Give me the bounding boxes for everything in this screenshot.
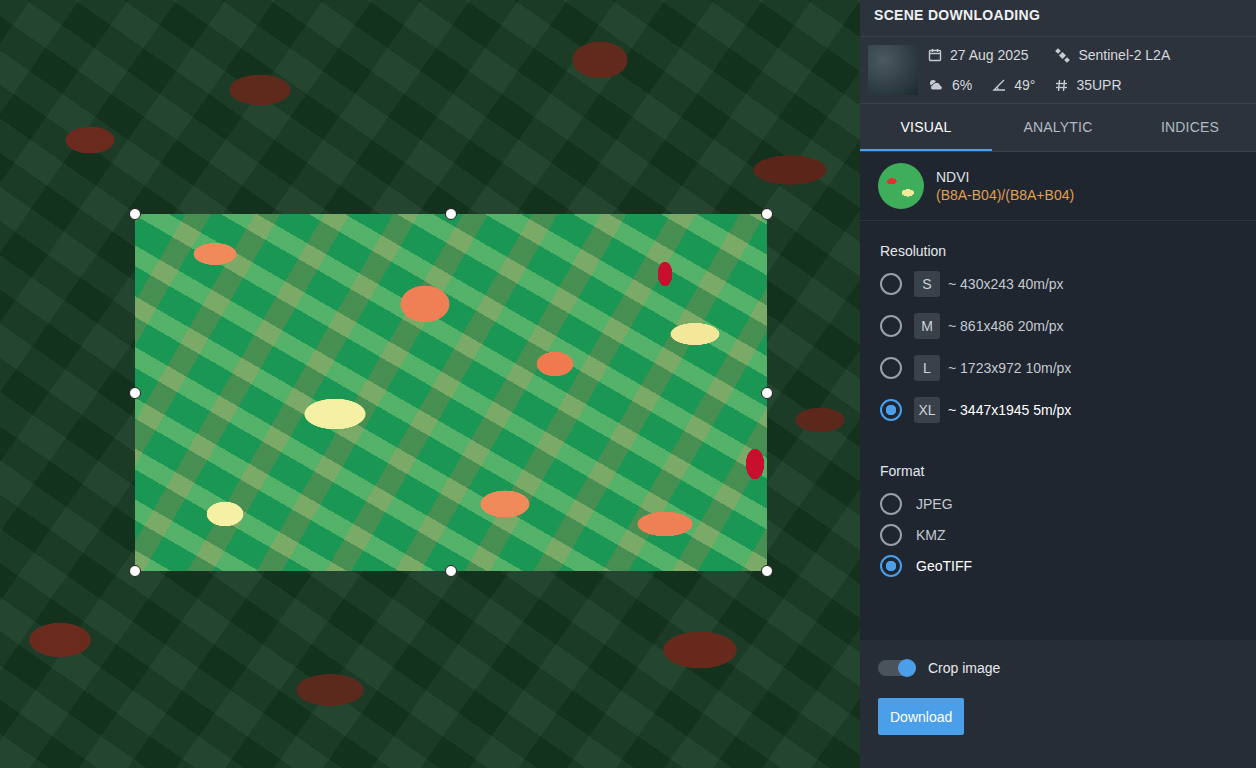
radio-button[interactable] xyxy=(880,493,902,515)
resolution-option[interactable]: M ~ 861x486 20m/px xyxy=(880,313,1236,339)
scene-angle: 49° xyxy=(992,77,1035,93)
ndvi-preview xyxy=(135,214,767,571)
crop-handle[interactable] xyxy=(129,387,141,399)
resolution-option[interactable]: S ~ 430x243 40m/px xyxy=(880,271,1236,297)
panel-header: SCENE DOWNLOADING xyxy=(860,0,1256,37)
map[interactable] xyxy=(0,0,860,768)
layer-row[interactable]: NDVI (B8A-B04)/(B8A+B04) xyxy=(860,152,1256,221)
resolution-option[interactable]: L ~ 1723x972 10m/px xyxy=(880,355,1236,381)
app: SCENE DOWNLOADING 27 Aug 2025 Sentinel-2… xyxy=(0,0,1256,768)
calendar-icon xyxy=(928,48,942,62)
angle-icon xyxy=(992,78,1006,92)
crop-toggle-row[interactable]: Crop image xyxy=(878,660,1238,676)
size-badge: S xyxy=(914,271,940,297)
radio-button[interactable] xyxy=(880,399,902,421)
radio-button[interactable] xyxy=(880,357,902,379)
layer-formula: (B8A-B04)/(B8A+B04) xyxy=(936,187,1074,203)
tab[interactable]: INDICES xyxy=(1124,104,1256,151)
radio-button[interactable] xyxy=(880,555,902,577)
crop-selection[interactable] xyxy=(135,214,767,571)
scene-satellite: Sentinel-2 L2A xyxy=(1055,47,1170,63)
crop-handle[interactable] xyxy=(129,565,141,577)
layer-thumbnail xyxy=(878,163,924,209)
crop-toggle[interactable] xyxy=(878,660,916,676)
radio-button[interactable] xyxy=(880,524,902,546)
crop-handle[interactable] xyxy=(761,387,773,399)
tab-bar: VISUALANALYTICINDICES xyxy=(860,104,1256,152)
format-option[interactable]: GeoTIFF xyxy=(880,555,1236,577)
radio-button[interactable] xyxy=(880,273,902,295)
crop-handle[interactable] xyxy=(761,565,773,577)
section-label: Format xyxy=(880,463,1236,479)
grid-icon xyxy=(1055,79,1068,92)
scene-info: 27 Aug 2025 Sentinel-2 L2A 6% 49° 35UPR xyxy=(860,37,1256,104)
download-panel: SCENE DOWNLOADING 27 Aug 2025 Sentinel-2… xyxy=(860,0,1256,768)
size-badge: XL xyxy=(914,397,940,423)
scene-cloud: 6% xyxy=(928,77,972,93)
resolution-section: Resolution S ~ 430x243 40m/px M ~ 861x48… xyxy=(860,221,1256,423)
size-badge: M xyxy=(914,313,940,339)
radio-button[interactable] xyxy=(880,315,902,337)
tab[interactable]: VISUAL xyxy=(860,104,992,151)
size-badge: L xyxy=(914,355,940,381)
layer-name: NDVI xyxy=(936,169,1074,185)
panel-title: SCENE DOWNLOADING xyxy=(874,7,1040,23)
scene-date: 27 Aug 2025 xyxy=(928,47,1035,63)
crop-handle[interactable] xyxy=(445,565,457,577)
format-section: Format JPEG KMZ GeoTIFF xyxy=(860,423,1256,577)
download-button[interactable]: Download xyxy=(878,698,964,735)
scene-thumbnail xyxy=(868,45,918,95)
scene-tile: 35UPR xyxy=(1055,77,1170,93)
crop-handle[interactable] xyxy=(445,208,457,220)
cloud-sun-icon xyxy=(928,78,944,92)
satellite-icon xyxy=(1055,48,1070,63)
crop-handle[interactable] xyxy=(129,208,141,220)
section-label: Resolution xyxy=(880,243,1236,259)
crop-handle[interactable] xyxy=(761,208,773,220)
panel-footer: Crop image Download xyxy=(860,640,1256,768)
tab[interactable]: ANALYTIC xyxy=(992,104,1124,151)
format-option[interactable]: KMZ xyxy=(880,524,1236,546)
resolution-option[interactable]: XL ~ 3447x1945 5m/px xyxy=(880,397,1236,423)
format-option[interactable]: JPEG xyxy=(880,493,1236,515)
